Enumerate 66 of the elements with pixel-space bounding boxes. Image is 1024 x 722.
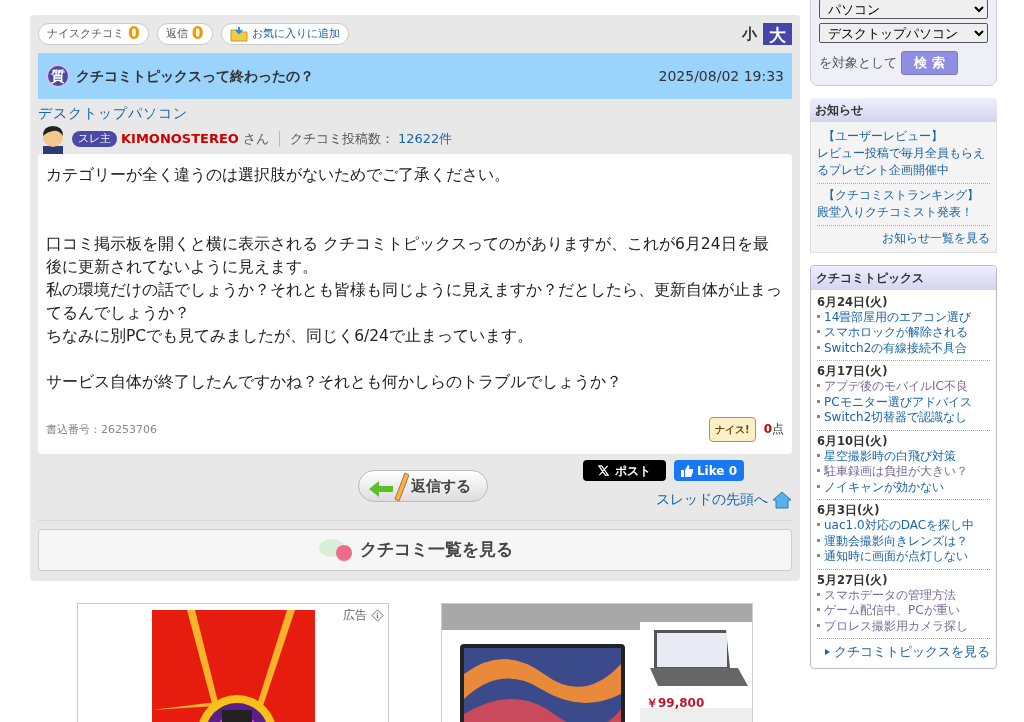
thread-top-link[interactable]: スレッドの先頭へ — [656, 489, 792, 510]
post-text-line: カテゴリーが全く違うのは選択肢がないためでご了承ください。 — [46, 165, 511, 186]
topics-header: クチコミトピックス — [811, 265, 996, 290]
news-header: お知らせ — [810, 97, 997, 122]
topic-link[interactable]: スマホロックが解除される — [817, 325, 990, 341]
topic-link[interactable]: PCモニター選びアドバイス — [817, 394, 990, 410]
thumbs-up-icon — [680, 464, 693, 477]
news-link[interactable]: 【ユーザーレビュー】 — [817, 127, 990, 145]
thread-title: クチコミトピックスって終わったの？ — [76, 66, 314, 86]
news-more-link[interactable]: お知らせ一覧を見る — [817, 229, 990, 247]
topic-date: 6月17日(火) — [817, 364, 889, 379]
news-link[interactable]: 【クチコミストランキング】 — [817, 186, 990, 204]
nice-points: 0点 — [763, 421, 784, 438]
topic-link[interactable]: ノイキャンが効かない — [817, 479, 990, 495]
topic-link[interactable]: アプデ後のモバイルIC不良 — [817, 379, 990, 395]
post-date: 2025/08/02 19:33 — [658, 66, 784, 86]
topic-link[interactable]: ゲーム配信中、PCが重い — [817, 603, 990, 619]
post-text-line: サービス自体が終了したんですかね？それとも何かしらのトラブルでしょうか？ — [46, 372, 623, 393]
folder-icon — [229, 26, 248, 42]
chat-bubbles-icon — [317, 537, 354, 563]
topic-link[interactable]: 14畳部屋用のエアコン選び — [817, 309, 990, 325]
category-link[interactable]: デスクトップパソコン — [38, 103, 188, 124]
pencil-arrow-icon — [367, 471, 409, 501]
topic-link[interactable]: 通知時に画面が点灯しない — [817, 549, 990, 565]
topic-link[interactable]: Switch2の有線接続不具合 — [817, 340, 990, 356]
topic-link[interactable]: 星空撮影時の白飛び対策 — [817, 448, 990, 464]
category-select[interactable]: パソコン — [819, 0, 988, 19]
view-list-button[interactable]: クチコミ一覧を見る — [38, 529, 792, 571]
facebook-like-button[interactable]: Like 0 — [674, 460, 744, 481]
info-icon[interactable] — [371, 608, 384, 622]
x-post-button[interactable]: ポスト — [583, 460, 666, 481]
font-size-toggle[interactable]: 大 — [763, 23, 792, 45]
post-text-line: 口コミ掲示板を開くと横に表示される クチコミトピックスってのがありますが、これが6月24日を最後に更新されてないように見えます。 — [46, 234, 770, 278]
honorific: さん — [242, 130, 269, 149]
posts-label: クチコミ投稿数： — [289, 130, 394, 149]
home-icon — [772, 490, 792, 509]
post-text-line: 私の環境だけの話でしょうか？それとも皆様も同じように見えますか？だとしたら、更新自体が止まってるんでしょうか？ — [46, 280, 783, 324]
author-name[interactable]: KIMONOSTEREO — [121, 129, 239, 149]
topic-link[interactable]: Switch2切替器で認識なし — [817, 410, 990, 426]
nice-count: ナイスクチコミ 0 — [38, 23, 149, 45]
news-link[interactable]: レビュー投稿で毎月全員もらえるプレゼント企画開催中 — [817, 144, 990, 179]
topic-date: 6月3日(火) — [817, 503, 881, 518]
topic-link[interactable]: uac1.0対応のDACを探し中 — [817, 518, 990, 534]
reply-button[interactable]: 返信する — [358, 470, 488, 502]
author-role-tag: スレ主 — [72, 130, 117, 148]
topic-link[interactable]: 駐車録画は負担が大きい？ — [817, 464, 990, 480]
topic-link[interactable]: スマホデータの管理方法 — [817, 587, 990, 603]
favorite-link[interactable]: お気に入りに追加 — [220, 23, 349, 45]
subcategory-select[interactable]: デスクトップパソコン — [819, 23, 988, 43]
topic-date: 5月27日(火) — [817, 572, 889, 588]
question-badge: 質 — [46, 64, 70, 88]
topics-more-link[interactable]: クチコミトピックスを見る — [817, 643, 990, 662]
x-logo-icon — [598, 465, 609, 476]
news-link[interactable]: 殿堂入りクチコミスト発表！ — [817, 203, 990, 221]
post-number: 書込番号：26253706 — [46, 422, 157, 438]
topic-link[interactable]: プロレス撮影用カメラ探し — [817, 618, 990, 634]
search-scope-label: を対象として — [819, 54, 897, 72]
posts-count-link[interactable]: 12622件 — [397, 129, 453, 149]
price-label: ￥99,800 — [646, 695, 705, 712]
post-text-line: ちなみに別PCでも見てみましたが、同じく6/24で止まっています。 — [46, 326, 534, 347]
nice-button[interactable]: ナイス! — [709, 417, 756, 442]
topic-date: 6月10日(火) — [817, 433, 889, 449]
topic-link[interactable]: 運動会撮影向きレンズは？ — [817, 533, 990, 549]
topic-date: 6月24日(火) — [817, 294, 889, 310]
ad-label: 広告 — [343, 607, 367, 624]
reply-count: 返信 0 — [156, 23, 213, 45]
